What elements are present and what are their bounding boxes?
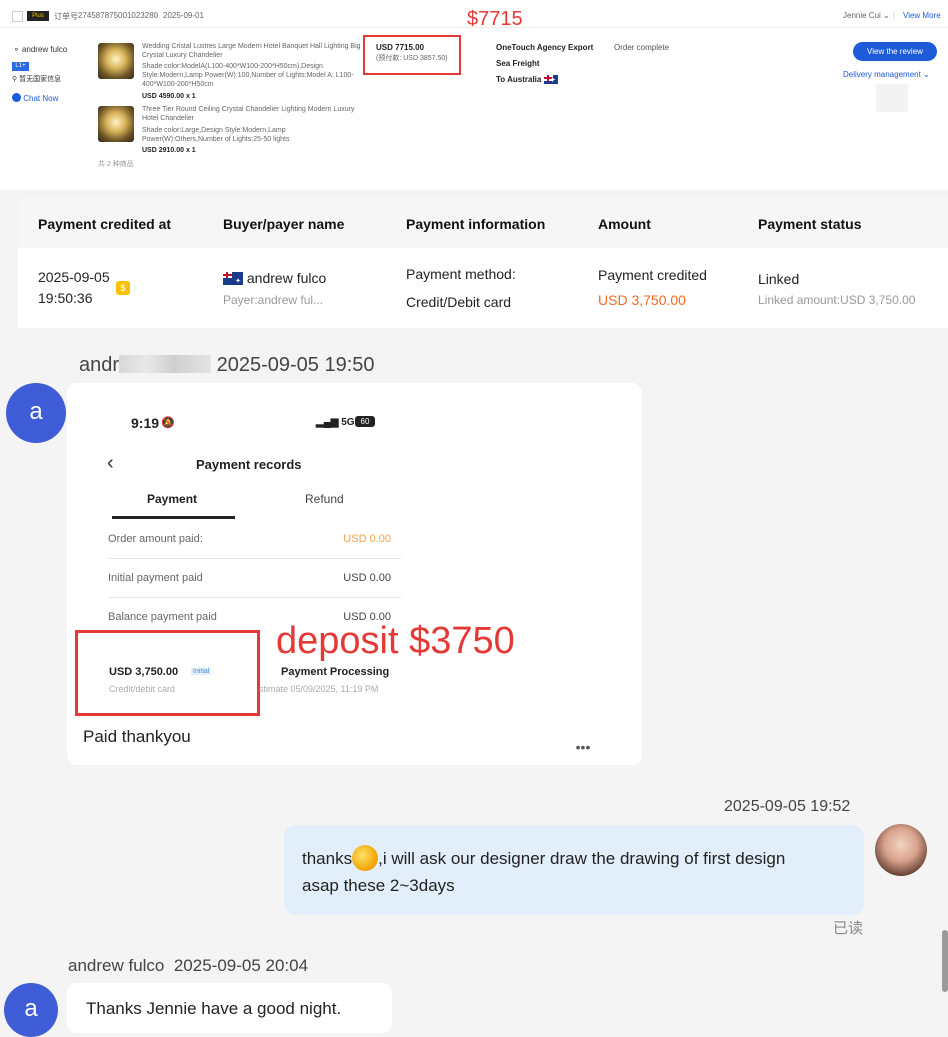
scrollbar[interactable] xyxy=(942,930,948,992)
product-thumbnail[interactable] xyxy=(98,106,134,142)
entry-status: Payment Processing xyxy=(281,666,390,678)
delivery-management-link[interactable]: Delivery management ⌄ xyxy=(843,70,930,79)
items-count: 共 2 种商品 xyxy=(98,161,134,168)
message-time: 2025-09-05 19:50 xyxy=(216,354,375,376)
payment-status: Linked xyxy=(758,271,800,287)
buyer-name[interactable]: ⚬ andrew fulco xyxy=(13,45,67,54)
payment-record-row: Initial payment paid USD 0.00 xyxy=(108,572,391,584)
payment-table: Payment credited at Buyer/payer name Pay… xyxy=(18,198,948,328)
screen-title: Payment records xyxy=(196,457,302,472)
chat-icon xyxy=(12,93,21,102)
buyer-level-badge: L1+ xyxy=(12,62,29,71)
order-card: Plus 订单号 274587875001023280 | 2025-09-01… xyxy=(0,0,948,190)
message-sender: andrew fulco 2025-09-05 20:04 xyxy=(68,956,309,975)
message-bubble-outgoing[interactable]: thanks ,i will ask our designer draw the … xyxy=(284,825,864,915)
amount-value: USD 3,750.00 xyxy=(598,292,686,308)
message-text: Paid thankyou xyxy=(83,727,191,746)
payment-record-row: Order amount paid: USD 0.00 xyxy=(108,533,391,545)
entry-tag: Initial xyxy=(191,668,212,675)
phone-clock: 9:19 xyxy=(131,415,160,431)
product-specs: Shade color:ModelA(L100-400*W100-200*H50… xyxy=(142,63,354,88)
select-checkbox[interactable] xyxy=(12,11,23,22)
bell-icon: 🔕 xyxy=(161,417,175,429)
view-review-button[interactable]: View the review xyxy=(853,42,937,61)
user-dropdown[interactable]: Jennie Cui ⌄ xyxy=(843,11,890,20)
product-title[interactable]: Wedding Cristal Lustres Large Modern Hot… xyxy=(142,42,367,60)
tab-underline xyxy=(112,516,235,519)
shipping-method: Sea Freight xyxy=(496,59,540,68)
redacted-blur xyxy=(119,355,212,373)
product-price: USD 2910.00 x 1 xyxy=(142,147,196,154)
avatar[interactable]: a xyxy=(4,983,58,1037)
message-text: Thanks Jennie have a good night. xyxy=(86,999,342,1018)
buyer-country: ⚲ 暂无国家信息 xyxy=(12,76,62,83)
col-header: Amount xyxy=(598,216,651,232)
credited-time: 19:50:36 xyxy=(38,290,93,306)
shield-icon: $ xyxy=(116,281,130,295)
entry-method: Credit/debit card xyxy=(109,684,176,694)
message-text: thanks ,i will ask our designer draw the … xyxy=(302,845,862,871)
message-bubble[interactable]: Thanks Jennie have a good night. xyxy=(67,983,392,1033)
linked-amount: Linked amount:USD 3,750.00 xyxy=(758,293,916,307)
credited-date: 2025-09-05 xyxy=(38,269,110,285)
col-header: Buyer/payer name xyxy=(223,216,345,232)
message-time: 2025-09-05 19:52 xyxy=(724,798,851,815)
signal-icon: ▂▄▆ 5G xyxy=(316,417,355,428)
buyer-name-cell: andrew fulco xyxy=(223,270,326,286)
deposit-annotation: deposit $3750 xyxy=(276,620,515,662)
payment-method-label: Payment method: xyxy=(406,266,516,282)
message-text-line2: asap these 2~3days xyxy=(302,876,455,895)
read-receipt: 已读 xyxy=(833,920,864,937)
shipping-agent: OneTouch Agency Export xyxy=(496,43,594,52)
divider: | xyxy=(155,11,158,20)
order-status: Order complete xyxy=(614,43,670,52)
product-specs: Shade color:Large,Design Style:Modern,La… xyxy=(142,127,290,143)
order-number[interactable]: 274587875001023280 xyxy=(78,11,158,20)
col-header: Payment information xyxy=(406,216,546,232)
avatar[interactable] xyxy=(875,824,927,876)
product-price: USD 4590.00 x 1 xyxy=(142,93,196,100)
amount-label: Payment credited xyxy=(598,267,707,283)
battery-icon: 60 xyxy=(355,416,375,427)
product-title[interactable]: Three Tier Round Ceiling Crystal Chandel… xyxy=(142,105,367,123)
message-sender: andr 2025-09-05 19:50 xyxy=(79,354,375,376)
entry-estimate: stimate 05/09/2025, 11:19 PM xyxy=(259,684,379,694)
more-options-icon[interactable]: ••• xyxy=(570,739,596,761)
col-header: Payment status xyxy=(758,216,862,232)
table-header: Payment credited at Buyer/payer name Pay… xyxy=(18,198,948,248)
prepaid-note: (预付款: USD 3857.50) xyxy=(376,55,448,62)
total-annotation: $7715 xyxy=(467,8,523,30)
col-header: Payment credited at xyxy=(38,216,172,232)
message-time: 2025-09-05 20:04 xyxy=(173,956,309,975)
order-total: USD 7715.00 xyxy=(376,43,425,52)
tab-refund: Refund xyxy=(305,492,344,506)
order-no-label: 订单号 xyxy=(54,12,78,21)
destination: To Australia xyxy=(496,75,558,84)
order-date: 2025-09-01 xyxy=(163,11,204,20)
chat-now-link[interactable]: Chat Now xyxy=(12,93,58,103)
plus-badge-icon: Plus xyxy=(27,11,49,21)
australia-flag-icon xyxy=(543,75,558,84)
avatar[interactable]: a xyxy=(6,383,66,443)
view-more-link[interactable]: View More xyxy=(903,11,941,20)
back-chevron-icon: ‹ xyxy=(107,452,114,474)
product-thumbnail[interactable] xyxy=(98,43,134,79)
payer-name: Payer:andrew ful... xyxy=(223,293,324,307)
entry-amount: USD 3,750.00 xyxy=(109,666,179,678)
money-emoji-icon xyxy=(352,845,379,871)
payment-method: Credit/Debit card xyxy=(406,294,512,310)
australia-flag-icon xyxy=(223,272,243,285)
tab-payment: Payment xyxy=(147,492,198,506)
